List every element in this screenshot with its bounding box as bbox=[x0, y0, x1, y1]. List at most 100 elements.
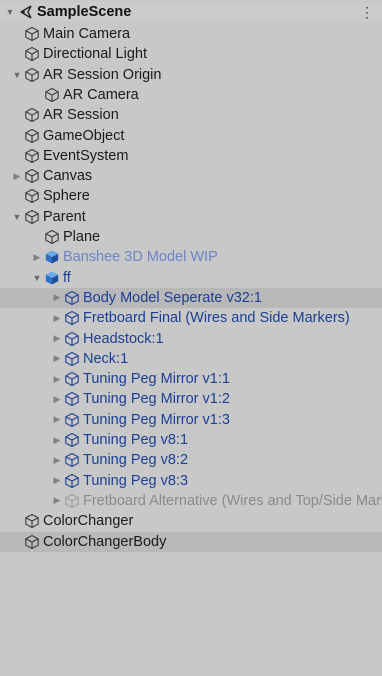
gameobject-cube-icon bbox=[65, 372, 79, 387]
scene-title: SampleScene bbox=[37, 4, 132, 20]
scene-menu-icon[interactable]: ⋮ bbox=[360, 5, 374, 19]
gameobject-cube-icon bbox=[65, 392, 79, 407]
collapse-arrow-icon[interactable]: ▶ bbox=[52, 454, 62, 466]
gameobject-cube-icon bbox=[25, 26, 39, 42]
collapse-arrow-icon[interactable]: ▶ bbox=[52, 434, 62, 446]
collapse-arrow-icon[interactable]: ▶ bbox=[52, 353, 62, 365]
gameobject-cube-icon bbox=[65, 311, 79, 326]
collapse-arrow-icon[interactable]: ▶ bbox=[52, 333, 62, 345]
gameobject-cube-icon bbox=[25, 209, 39, 224]
expand-arrow-icon[interactable]: ▼ bbox=[12, 69, 22, 81]
hierarchy-item[interactable]: Directional Light bbox=[0, 44, 382, 64]
collapse-arrow-icon[interactable]: ▶ bbox=[52, 312, 62, 324]
no-arrow-spacer bbox=[12, 109, 22, 121]
hierarchy-item-label: AR Session Origin bbox=[43, 66, 162, 83]
collapse-arrow-icon[interactable]: ▶ bbox=[52, 292, 62, 304]
collapse-arrow-icon[interactable]: ▶ bbox=[52, 373, 62, 385]
hierarchy-item-label: Fretboard Final (Wires and Side Markers) bbox=[83, 310, 350, 327]
hierarchy-item[interactable]: Plane bbox=[0, 227, 382, 247]
hierarchy-item[interactable]: ▶ Fretboard Alternative (Wires and Top/S… bbox=[0, 491, 382, 511]
hierarchy-item-label: AR Session bbox=[43, 107, 119, 124]
hierarchy-item[interactable]: AR Camera bbox=[0, 85, 382, 105]
hierarchy-item[interactable]: ▶ Body Model Seperate v32:1 bbox=[0, 287, 382, 308]
hierarchy-item-label: Fretboard Alternative (Wires and Top/Sid… bbox=[83, 492, 382, 509]
expand-arrow-icon[interactable]: ▼ bbox=[5, 6, 15, 18]
no-arrow-spacer bbox=[12, 536, 22, 548]
hierarchy-item[interactable]: Main Camera bbox=[0, 24, 382, 44]
hierarchy-panel: ▼ SampleScene ⋮ Main Camera Directional … bbox=[0, 0, 382, 676]
hierarchy-item[interactable]: ▼ Parent bbox=[0, 207, 382, 227]
hierarchy-item[interactable]: ColorChanger bbox=[0, 511, 382, 531]
no-arrow-spacer bbox=[12, 515, 22, 527]
hierarchy-item[interactable]: ▶ Tuning Peg Mirror v1:2 bbox=[0, 389, 382, 409]
hierarchy-item[interactable]: ▶ Tuning Peg v8:1 bbox=[0, 430, 382, 450]
hierarchy-item-label: Tuning Peg v8:2 bbox=[83, 452, 189, 469]
hierarchy-item-label: Tuning Peg v8:3 bbox=[83, 472, 189, 489]
hierarchy-item[interactable]: ▼ AR Session Origin bbox=[0, 65, 382, 85]
collapse-arrow-icon[interactable]: ▶ bbox=[52, 393, 62, 405]
hierarchy-item[interactable]: GameObject bbox=[0, 126, 382, 146]
gameobject-cube-icon bbox=[45, 87, 59, 102]
hierarchy-item[interactable]: ColorChangerBody bbox=[0, 531, 382, 552]
gameobject-cube-icon bbox=[65, 412, 79, 427]
hierarchy-item[interactable]: ▶ Tuning Peg Mirror v1:1 bbox=[0, 369, 382, 389]
gameobject-cube-icon bbox=[65, 290, 79, 305]
gameobject-cube-icon bbox=[25, 47, 39, 62]
gameobject-cube-icon bbox=[25, 148, 39, 163]
expand-arrow-icon[interactable]: ▼ bbox=[32, 272, 42, 284]
no-arrow-spacer bbox=[32, 231, 42, 243]
hierarchy-item-label: AR Camera bbox=[63, 86, 139, 103]
collapse-arrow-icon[interactable]: ▶ bbox=[52, 495, 62, 507]
hierarchy-item-label: Main Camera bbox=[43, 26, 131, 42]
hierarchy-item-label: Tuning Peg Mirror v1:2 bbox=[83, 391, 230, 408]
gameobject-cube-icon bbox=[25, 169, 39, 184]
gameobject-cube-icon bbox=[25, 534, 39, 549]
hierarchy-item-label: Tuning Peg Mirror v1:3 bbox=[83, 411, 230, 428]
hierarchy-item[interactable]: ▶ Fretboard Final (Wires and Side Marker… bbox=[0, 308, 382, 328]
hierarchy-item-label: ColorChangerBody bbox=[43, 533, 167, 550]
hierarchy-item[interactable]: ▶ Tuning Peg Mirror v1:3 bbox=[0, 410, 382, 430]
no-arrow-spacer bbox=[32, 89, 42, 101]
collapse-arrow-icon[interactable]: ▶ bbox=[52, 414, 62, 426]
hierarchy-item[interactable]: ▶ Neck:1 bbox=[0, 349, 382, 369]
hierarchy-item-label: Headstock:1 bbox=[83, 330, 164, 347]
hierarchy-item[interactable]: ▶ Tuning Peg v8:2 bbox=[0, 450, 382, 470]
scene-header[interactable]: ▼ SampleScene ⋮ bbox=[0, 2, 382, 22]
hierarchy-item[interactable]: AR Session bbox=[0, 105, 382, 125]
expand-arrow-icon[interactable]: ▼ bbox=[12, 211, 22, 223]
hierarchy-item[interactable]: ▶ Tuning Peg v8:3 bbox=[0, 471, 382, 491]
gameobject-cube-icon bbox=[65, 473, 79, 488]
gameobject-cube-icon bbox=[65, 432, 79, 448]
gameobject-cube-icon bbox=[45, 229, 59, 245]
collapse-arrow-icon[interactable]: ▶ bbox=[12, 170, 22, 182]
gameobject-cube-icon bbox=[25, 67, 39, 82]
hierarchy-item[interactable]: ▼ ff bbox=[0, 268, 382, 288]
no-arrow-spacer bbox=[12, 28, 22, 40]
hierarchy-item-label: GameObject bbox=[43, 127, 125, 144]
hierarchy-item-label: Canvas bbox=[43, 168, 93, 185]
collapse-arrow-icon[interactable]: ▶ bbox=[52, 475, 62, 487]
prefab-icon bbox=[45, 250, 59, 264]
hierarchy-item[interactable]: ▶ Headstock:1 bbox=[0, 329, 382, 349]
collapse-arrow-icon[interactable]: ▶ bbox=[32, 251, 42, 263]
hierarchy-item-label: ColorChanger bbox=[43, 513, 134, 530]
hierarchy-item-label: Banshee 3D Model WIP bbox=[63, 249, 218, 266]
gameobject-cube-icon bbox=[25, 108, 39, 123]
hierarchy-item-label: Body Model Seperate v32:1 bbox=[83, 289, 262, 306]
gameobject-cube-icon bbox=[25, 514, 39, 529]
gameobject-cube-icon bbox=[65, 493, 79, 508]
hierarchy-item[interactable]: EventSystem bbox=[0, 146, 382, 166]
hierarchy-item[interactable]: ▶ Banshee 3D Model WIP bbox=[0, 247, 382, 267]
hierarchy-item[interactable]: ▶ Canvas bbox=[0, 166, 382, 186]
hierarchy-item[interactable]: Sphere bbox=[0, 186, 382, 206]
hierarchy-item-label: Plane bbox=[63, 229, 101, 245]
gameobject-cube-icon bbox=[65, 453, 79, 468]
hierarchy-item-label: Directional Light bbox=[43, 46, 147, 63]
no-arrow-spacer bbox=[12, 130, 22, 142]
gameobject-cube-icon bbox=[65, 331, 79, 346]
hierarchy-item-label: Sphere bbox=[43, 188, 90, 205]
hierarchy-item-label: Parent bbox=[43, 208, 86, 225]
gameobject-cube-icon bbox=[25, 189, 39, 204]
hierarchy-item-label: EventSystem bbox=[43, 147, 129, 164]
gameobject-cube-icon bbox=[65, 351, 79, 366]
